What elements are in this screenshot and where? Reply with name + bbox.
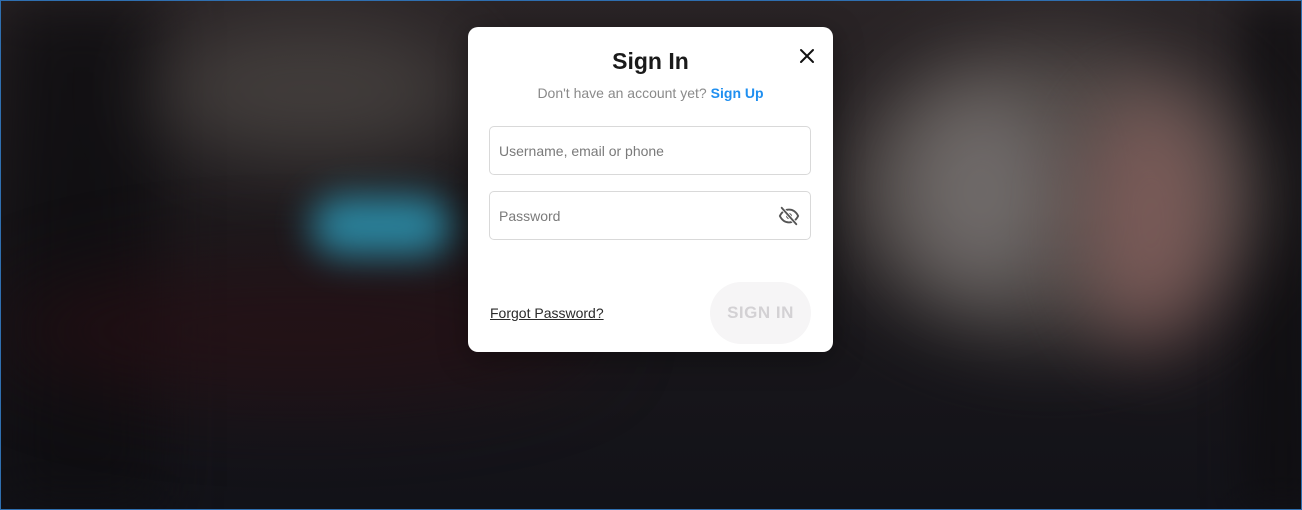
eye-off-icon [778, 206, 800, 226]
modal-title: Sign In [612, 48, 689, 74]
forgot-password-link[interactable]: Forgot Password? [490, 305, 604, 321]
username-field-wrapper [489, 126, 811, 175]
password-field-wrapper [489, 191, 811, 240]
sign-up-link[interactable]: Sign Up [711, 85, 764, 101]
password-input[interactable] [490, 192, 810, 239]
signup-prompt: Don't have an account yet? Sign Up [468, 85, 833, 101]
sign-in-button[interactable]: SIGN IN [710, 282, 811, 344]
sign-in-modal: Sign In Don't have an account yet? Sign U… [468, 27, 833, 352]
toggle-password-visibility[interactable] [778, 205, 800, 227]
signup-prompt-text: Don't have an account yet? [537, 85, 707, 101]
username-input[interactable] [490, 127, 810, 174]
